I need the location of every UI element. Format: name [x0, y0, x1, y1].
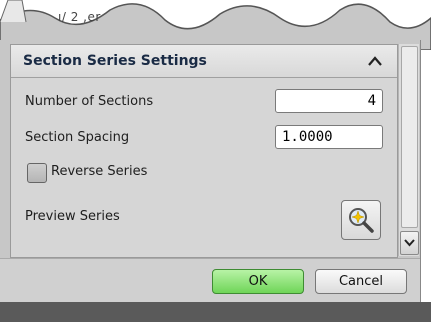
- reverse-series-label[interactable]: Reverse Series: [51, 164, 147, 179]
- cancel-button[interactable]: Cancel: [315, 269, 407, 294]
- section-spacing-input[interactable]: 1.0000: [275, 125, 383, 149]
- section-series-panel: Section Series Settings Number of Sectio…: [10, 44, 398, 258]
- tab-fragment-text: ı/ 2 ,er: [58, 10, 101, 24]
- dialog-body: Section Series Settings Number of Sectio…: [0, 40, 421, 303]
- preview-series-label: Preview Series: [25, 209, 120, 224]
- number-of-sections-input[interactable]: 4: [275, 89, 383, 113]
- panel-header[interactable]: Section Series Settings: [11, 45, 397, 78]
- panel-title: Section Series Settings: [23, 53, 207, 69]
- number-of-sections-label: Number of Sections: [25, 94, 154, 109]
- scrollbar-thumb[interactable]: [401, 46, 418, 228]
- ok-button[interactable]: OK: [212, 269, 304, 294]
- scroll-down-button[interactable]: [400, 231, 419, 255]
- reverse-series-checkbox[interactable]: [27, 163, 47, 183]
- chevron-up-icon[interactable]: [359, 49, 391, 73]
- dialog-footer: OK Cancel: [0, 258, 420, 303]
- vertical-scrollbar[interactable]: [398, 44, 419, 256]
- dialog-window: ı/ 2 ,er Section Series Settings Number …: [0, 0, 431, 322]
- bottom-bar: [0, 302, 431, 322]
- section-spacing-label: Section Spacing: [25, 130, 130, 145]
- chevron-down-icon: [404, 239, 415, 247]
- magnifier-sparkle-icon: [349, 208, 374, 233]
- preview-series-button[interactable]: [341, 200, 381, 240]
